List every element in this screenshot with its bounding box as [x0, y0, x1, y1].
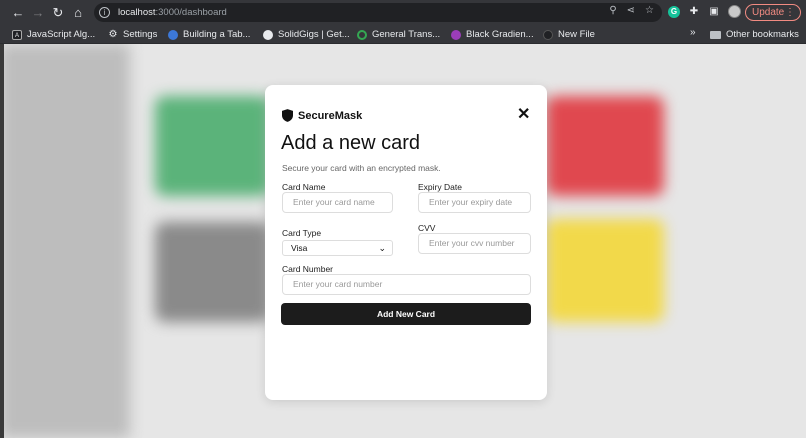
address-bar[interactable]: i localhost:3000/dashboard ⚲ ⋖ ☆ — [94, 3, 662, 22]
bookmarks-bar: A JavaScript Alg... ⚙ Settings Building a … — [0, 25, 806, 44]
card-type-value: Visa — [291, 243, 308, 253]
headset-icon — [357, 29, 367, 40]
bookmark-item[interactable]: Black Gradien... — [451, 27, 534, 42]
browser-toolbar: ← → ↻ ⌂ i localhost:3000/dashboard ⚲ ⋖ ☆… — [0, 0, 806, 25]
solidgigs-icon — [263, 29, 273, 40]
grammarly-extension-icon[interactable]: G — [668, 5, 680, 18]
add-card-modal: SecureMask ✕ Add a new card Secure your … — [265, 85, 547, 400]
cvv-label: CVV — [418, 223, 436, 233]
background-card-yellow — [546, 219, 664, 322]
background-card-red — [546, 96, 664, 196]
bookmark-star-icon[interactable]: ☆ — [645, 5, 654, 16]
brand: SecureMask — [282, 109, 362, 122]
gradient-icon — [451, 29, 461, 40]
extensions-puzzle-icon[interactable]: ✚ — [688, 6, 700, 18]
background-card-green — [155, 96, 270, 196]
card-type-label: Card Type — [282, 228, 322, 238]
bookmark-item[interactable]: Building a Tab... — [168, 27, 250, 42]
card-type-select[interactable]: Visa ⌄ — [282, 240, 393, 256]
other-bookmarks[interactable]: Other bookmarks — [710, 27, 799, 42]
brand-name: SecureMask — [298, 109, 363, 122]
site-info-icon[interactable]: i — [99, 7, 110, 18]
cvv-input[interactable]: Enter your cvv number — [418, 233, 531, 254]
background-card-grey — [155, 222, 270, 322]
bookmark-item[interactable]: SolidGigs | Get... — [263, 27, 350, 42]
update-button[interactable]: Update ⋮ — [745, 4, 801, 21]
url-text[interactable]: localhost:3000/dashboard — [118, 7, 227, 18]
bookmark-item[interactable]: General Trans... — [357, 27, 440, 42]
folder-icon — [710, 30, 721, 39]
card-number-input[interactable]: Enter your card number — [282, 274, 531, 295]
back-arrow-icon[interactable]: ← — [8, 3, 28, 23]
zoom-icon[interactable]: ⚲ — [609, 5, 616, 16]
menu-dots-icon[interactable]: ⋮ — [785, 5, 795, 20]
card-name-label: Card Name — [282, 182, 326, 192]
bookmark-item[interactable]: New File — [543, 27, 595, 42]
modal-title: Add a new card — [281, 132, 420, 154]
side-panel-icon[interactable]: ▣ — [708, 6, 720, 18]
js-algorithms-icon: A — [12, 29, 22, 40]
more-bookmarks-chevron[interactable]: » — [690, 27, 696, 38]
site-icon — [168, 29, 178, 40]
dashboard-sidebar — [0, 44, 130, 438]
modal-subtitle: Secure your card with an encrypted mask. — [282, 163, 441, 173]
home-icon[interactable]: ⌂ — [68, 3, 88, 23]
gear-icon: ⚙ — [108, 28, 118, 40]
bookmark-item[interactable]: A JavaScript Alg... — [12, 27, 95, 42]
close-icon[interactable]: ✕ — [517, 107, 530, 123]
shield-icon — [282, 109, 293, 122]
left-edge-strip — [0, 44, 4, 438]
card-name-input[interactable]: Enter your card name — [282, 192, 393, 213]
share-icon[interactable]: ⋖ — [627, 5, 635, 16]
forward-arrow-icon[interactable]: → — [28, 3, 48, 23]
card-number-label: Card Number — [282, 264, 334, 274]
reload-icon[interactable]: ↻ — [48, 3, 68, 23]
bookmark-item[interactable]: ⚙ Settings — [108, 27, 158, 42]
expiry-date-label: Expiry Date — [418, 182, 462, 192]
expiry-date-input[interactable]: Enter your expiry date — [418, 192, 531, 213]
chevron-down-icon: ⌄ — [378, 243, 386, 253]
add-new-card-button[interactable]: Add New Card — [281, 303, 531, 325]
profile-avatar[interactable] — [728, 5, 741, 18]
github-icon — [543, 29, 553, 40]
